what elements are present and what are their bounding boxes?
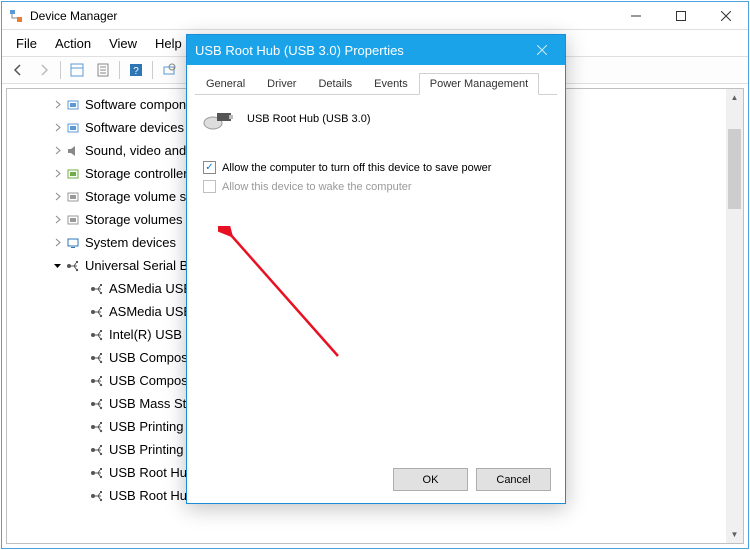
scroll-down-arrow[interactable]: ▼ [726,526,743,543]
usb-icon [89,465,105,481]
expander-open-icon[interactable] [51,260,63,272]
usb-icon [89,281,105,297]
usb-icon [89,304,105,320]
dialog-close-button[interactable] [527,38,557,62]
drive-icon [65,212,81,228]
device-name-label: USB Root Hub (USB 3.0) [247,113,371,125]
expander-closed-icon[interactable] [51,145,63,157]
component-icon [65,120,81,136]
usb-icon [65,258,81,274]
svg-text:?: ? [133,66,139,77]
wake-computer-row: Allow this device to wake the computer [203,180,549,193]
expander-closed-icon[interactable] [51,99,63,111]
dialog-titlebar: USB Root Hub (USB 3.0) Properties [187,35,565,65]
system-icon [65,235,81,251]
toolbar-separator [60,61,61,79]
properties-dialog: USB Root Hub (USB 3.0) Properties Genera… [186,34,566,504]
expander-closed-icon[interactable] [51,122,63,134]
tb-showhide-button[interactable] [65,58,89,82]
app-icon [8,8,24,24]
tree-item-label: Storage controllers [85,166,194,181]
tab-events[interactable]: Events [363,73,419,95]
save-power-row: Allow the computer to turn off this devi… [203,161,549,174]
forward-button[interactable] [32,58,56,82]
wake-computer-label: Allow this device to wake the computer [222,181,412,193]
drive-icon [65,189,81,205]
component-icon [65,97,81,113]
expander-closed-icon[interactable] [51,214,63,226]
tab-driver[interactable]: Driver [256,73,307,95]
tab-details[interactable]: Details [307,73,363,95]
usb-icon [89,373,105,389]
sound-icon [65,143,81,159]
tree-item-label: Storage volumes [85,212,183,227]
tree-item-label: Software devices [85,120,184,135]
vertical-scrollbar[interactable]: ▲ ▼ [726,89,743,543]
close-button[interactable] [703,2,748,30]
tb-scan-button[interactable] [157,58,181,82]
main-titlebar: Device Manager [2,2,748,30]
maximize-button[interactable] [658,2,703,30]
scroll-thumb[interactable] [728,129,741,209]
save-power-checkbox[interactable] [203,161,216,174]
storage-icon [65,166,81,182]
toolbar-separator [119,61,120,79]
wake-computer-checkbox [203,180,216,193]
toolbar-separator [152,61,153,79]
tab-power-management[interactable]: Power Management [419,73,539,95]
usb-icon [89,350,105,366]
tree-item-label: System devices [85,235,176,250]
menu-view[interactable]: View [101,33,145,54]
tb-help-button[interactable]: ? [124,58,148,82]
usb-icon [89,442,105,458]
usb-icon [89,488,105,504]
minimize-button[interactable] [613,2,658,30]
menu-help[interactable]: Help [147,33,190,54]
window-title: Device Manager [30,9,613,23]
save-power-label[interactable]: Allow the computer to turn off this devi… [222,162,491,174]
ok-button[interactable]: OK [393,468,468,491]
tb-properties-button[interactable] [91,58,115,82]
usb-icon [89,419,105,435]
tab-general[interactable]: General [195,73,256,95]
expander-closed-icon[interactable] [51,191,63,203]
back-button[interactable] [6,58,30,82]
cancel-button[interactable]: Cancel [476,468,551,491]
menu-action[interactable]: Action [47,33,99,54]
expander-closed-icon[interactable] [51,237,63,249]
dialog-title: USB Root Hub (USB 3.0) Properties [195,43,527,58]
dialog-tabstrip: General Driver Details Events Power Mana… [187,65,565,95]
usb-icon [89,396,105,412]
expander-closed-icon[interactable] [51,168,63,180]
scroll-up-arrow[interactable]: ▲ [726,89,743,106]
menu-file[interactable]: File [8,33,45,54]
usb-icon [89,327,105,343]
usb-device-icon [203,107,235,131]
